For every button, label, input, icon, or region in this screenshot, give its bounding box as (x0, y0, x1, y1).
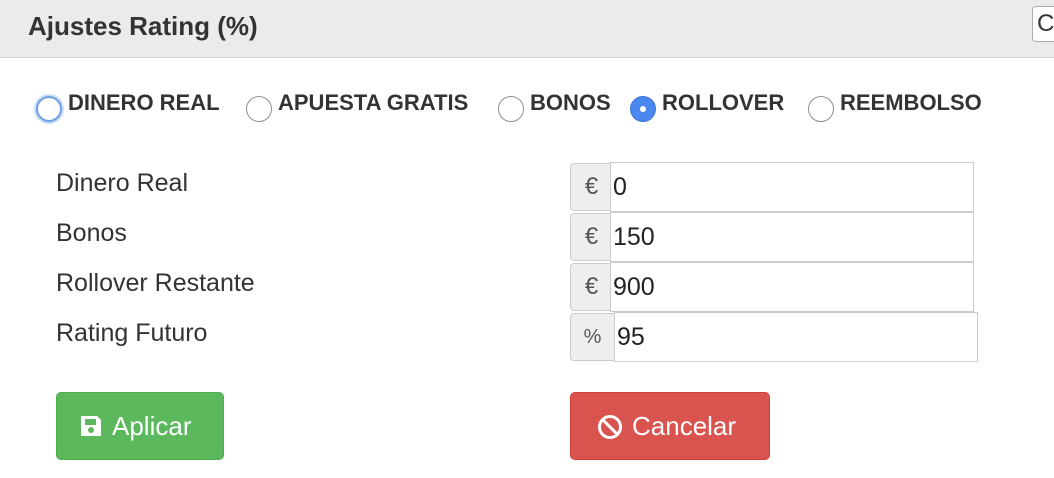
radio-bonos[interactable] (498, 96, 524, 122)
apply-button[interactable]: Aplicar (56, 392, 224, 460)
radio-label-reembolso[interactable]: REEMBOLSO (840, 90, 982, 116)
radio-reembolso[interactable] (808, 96, 834, 122)
field-label-rollover-restante: Rollover Restante (56, 269, 255, 297)
bonos-input[interactable] (610, 212, 974, 262)
cancel-button[interactable]: Cancelar (570, 392, 770, 460)
percent-addon: % (570, 313, 614, 361)
radio-dinero-real[interactable] (36, 96, 62, 122)
floppy-disk-icon (81, 416, 101, 436)
ban-icon (598, 415, 622, 439)
radio-label-bonos[interactable]: BONOS (530, 90, 611, 116)
rollover-restante-input[interactable] (610, 262, 974, 312)
radio-label-apuesta-gratis[interactable]: APUESTA GRATIS (278, 90, 468, 116)
currency-addon: € (570, 263, 612, 311)
radio-selected-dot (640, 106, 646, 112)
field-label-dinero-real: Dinero Real (56, 169, 189, 197)
radio-rollover[interactable] (630, 96, 656, 122)
rating-futuro-input[interactable] (614, 312, 978, 362)
field-label-bonos: Bonos (56, 219, 127, 247)
radio-label-dinero-real[interactable]: DINERO REAL (68, 90, 220, 116)
mode-radio-group: DINERO REAL APUESTA GRATIS BONOS ROLLOVE… (0, 0, 1054, 140)
cancel-button-label: Cancelar (632, 411, 737, 441)
apply-button-label: Aplicar (112, 411, 192, 441)
dinero-real-input[interactable] (610, 162, 974, 212)
currency-addon: € (570, 213, 612, 261)
radio-apuesta-gratis[interactable] (246, 96, 272, 122)
radio-label-rollover[interactable]: ROLLOVER (662, 90, 784, 116)
currency-addon: € (570, 163, 612, 211)
field-label-rating-futuro: Rating Futuro (56, 319, 208, 347)
